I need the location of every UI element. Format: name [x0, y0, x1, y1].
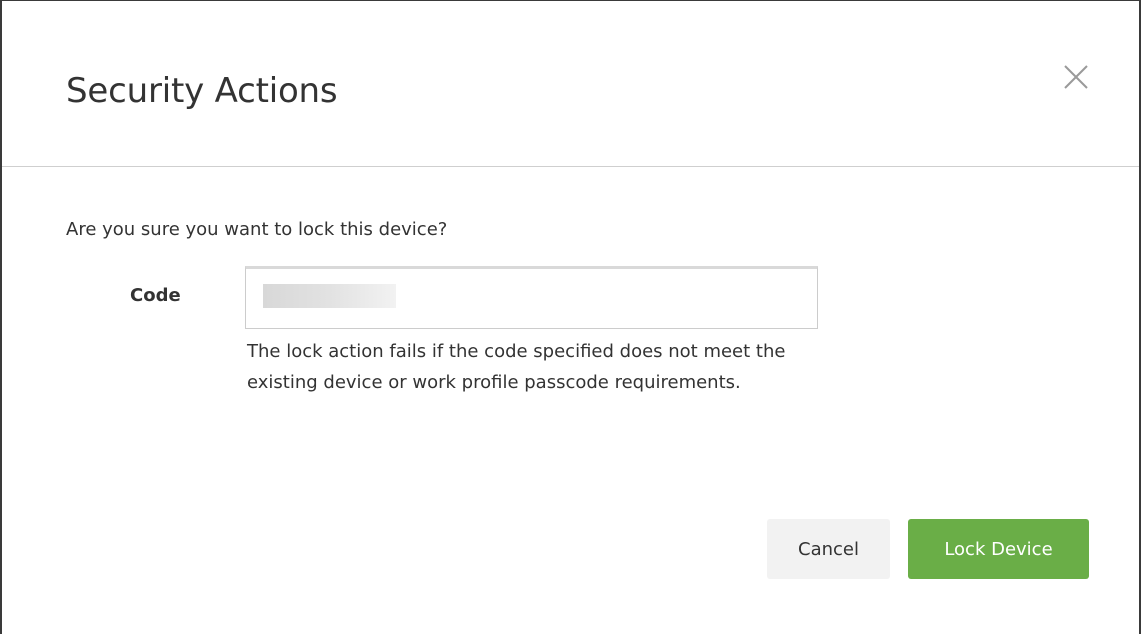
dialog-header: Security Actions: [2, 1, 1139, 167]
cancel-button[interactable]: Cancel: [767, 519, 890, 579]
close-icon: [1061, 62, 1091, 92]
code-help-text: The lock action fails if the code specif…: [247, 341, 786, 393]
lock-device-button[interactable]: Lock Device: [908, 519, 1089, 579]
confirmation-question: Are you sure you want to lock this devic…: [66, 219, 448, 240]
security-actions-dialog: Security Actions Are you sure you want t…: [0, 0, 1141, 634]
close-button[interactable]: [1061, 62, 1091, 92]
code-label: Code: [130, 285, 181, 306]
dialog-title: Security Actions: [66, 71, 338, 111]
code-input[interactable]: [245, 266, 818, 329]
